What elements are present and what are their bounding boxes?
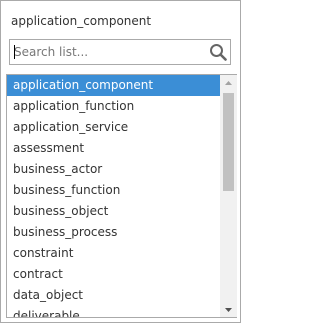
list-item[interactable]: application_function xyxy=(7,96,221,117)
list-item[interactable]: business_actor xyxy=(7,159,221,180)
text-cursor xyxy=(14,45,15,59)
options-list: application_component application_functio… xyxy=(7,75,221,317)
list-item[interactable]: deliverable xyxy=(7,306,221,317)
list-item[interactable]: assessment xyxy=(7,138,221,159)
list-item[interactable]: business_object xyxy=(7,201,221,222)
options-list-container: application_component application_functio… xyxy=(6,74,237,318)
selected-value[interactable]: application_component xyxy=(11,13,151,29)
list-item[interactable]: business_function xyxy=(7,180,221,201)
search-box[interactable] xyxy=(9,39,231,65)
select-dropdown: application_component application_compon… xyxy=(0,0,241,323)
scrollbar-thumb[interactable] xyxy=(223,93,234,191)
list-item[interactable]: constraint xyxy=(7,243,221,264)
list-item[interactable]: business_process xyxy=(7,222,221,243)
search-input[interactable] xyxy=(14,40,204,64)
chevron-down-icon[interactable] xyxy=(220,301,237,317)
scrollbar[interactable] xyxy=(220,75,237,317)
list-item[interactable]: application_service xyxy=(7,117,221,138)
list-item[interactable]: data_object xyxy=(7,285,221,306)
chevron-up-icon[interactable] xyxy=(220,75,237,92)
list-item[interactable]: application_component xyxy=(7,75,221,96)
search-icon[interactable] xyxy=(209,43,227,61)
list-item[interactable]: contract xyxy=(7,264,221,285)
